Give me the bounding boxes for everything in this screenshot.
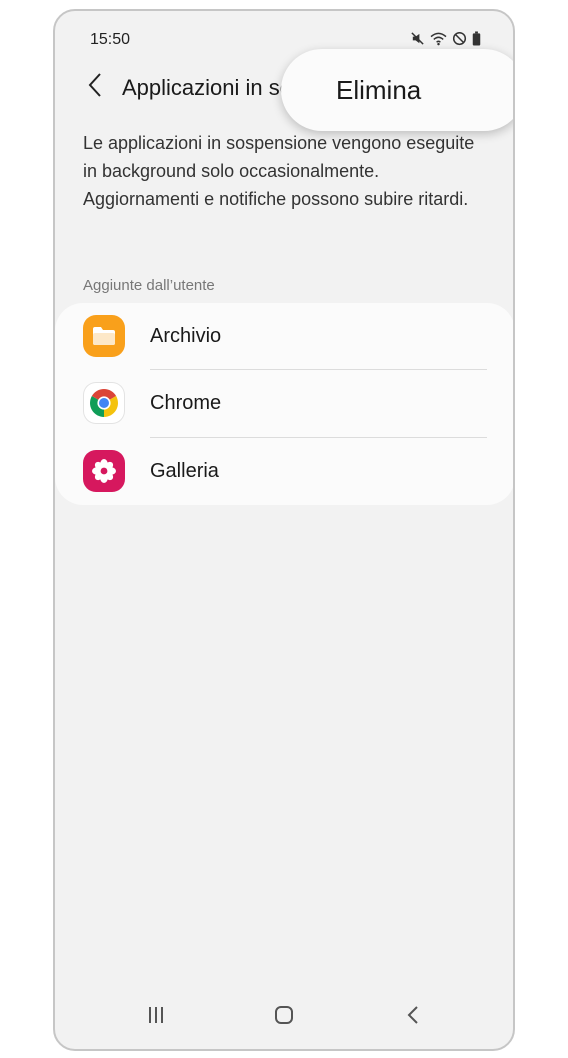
nav-back-button[interactable] xyxy=(393,1002,433,1032)
phone-screen: 15:50 Applicazioni in sospensione Elimin… xyxy=(53,9,515,1051)
mute-icon xyxy=(410,31,425,46)
list-item-archivio[interactable]: Archivio xyxy=(55,303,513,370)
status-time: 15:50 xyxy=(90,31,131,48)
home-icon xyxy=(274,1005,294,1030)
battery-icon xyxy=(472,31,481,46)
chrome-icon xyxy=(83,382,125,424)
list-item-chrome[interactable]: Chrome xyxy=(55,370,513,437)
section-header: Aggiunte dall’utente xyxy=(83,277,215,294)
do-not-disturb-icon xyxy=(452,31,467,46)
app-list: Archivio Chrome Galleria xyxy=(55,303,513,505)
popup-menu: Elimina xyxy=(281,49,513,131)
description-text: Le applicazioni in sospensione vengono e… xyxy=(83,133,475,209)
app-label: Galleria xyxy=(150,460,219,482)
back-button[interactable] xyxy=(81,71,109,103)
back-icon xyxy=(406,1005,420,1030)
app-label: Chrome xyxy=(150,392,222,414)
recent-apps-icon xyxy=(146,1005,166,1030)
delete-menu-item[interactable]: Elimina xyxy=(336,75,421,106)
status-icons xyxy=(410,31,481,46)
folder-icon xyxy=(83,315,125,357)
flower-icon xyxy=(83,450,125,492)
chevron-left-icon xyxy=(87,72,103,103)
list-item-galleria[interactable]: Galleria xyxy=(55,438,513,505)
wifi-icon xyxy=(430,31,447,46)
home-button[interactable] xyxy=(264,1002,304,1032)
navigation-bar xyxy=(55,996,513,1036)
recent-apps-button[interactable] xyxy=(136,1002,176,1032)
app-label: Archivio xyxy=(150,325,222,347)
